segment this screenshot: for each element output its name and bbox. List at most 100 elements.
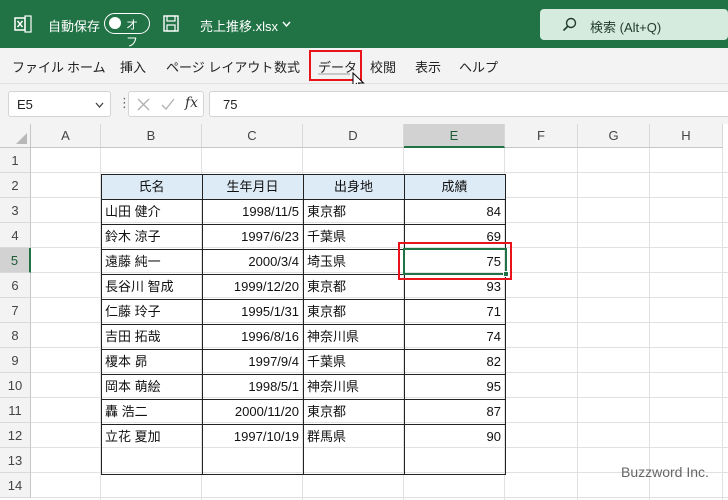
- tab-review[interactable]: 校閲: [370, 57, 396, 76]
- watermark: Buzzword Inc.: [621, 464, 709, 480]
- row-header-14[interactable]: 14: [0, 473, 31, 498]
- table-cell-birthdate[interactable]: 1996/8/16: [202, 324, 303, 349]
- search-box[interactable]: 検索 (Alt+Q): [540, 9, 728, 40]
- row-header-10[interactable]: 10: [0, 373, 31, 398]
- column-header-e[interactable]: E: [404, 124, 505, 148]
- table-cell-name[interactable]: 鈴木 涼子: [101, 224, 202, 249]
- column-header-b[interactable]: B: [101, 124, 202, 148]
- table-cell-name[interactable]: 榎本 昴: [101, 349, 202, 374]
- table-cell-name[interactable]: 立花 夏加: [101, 424, 202, 449]
- tab-home[interactable]: ホーム: [67, 57, 106, 76]
- table-cell-name[interactable]: 長谷川 智成: [101, 274, 202, 299]
- table-cell-hometown[interactable]: 群馬県: [303, 424, 404, 449]
- tab-help[interactable]: ヘルプ: [459, 57, 498, 76]
- row-header-4[interactable]: 4: [0, 223, 31, 248]
- table-cell-score[interactable]: 87: [404, 399, 505, 424]
- table-cell-birthdate[interactable]: 2000/11/20: [202, 399, 303, 424]
- table-cell-score[interactable]: 71: [404, 299, 505, 324]
- formula-bar-buttons: fx: [128, 91, 204, 117]
- check-icon[interactable]: [161, 98, 175, 111]
- table-border: [101, 299, 506, 300]
- formula-bar: E5 ⋮ fx 75: [0, 84, 728, 124]
- table-cell-birthdate[interactable]: 1997/6/23: [202, 224, 303, 249]
- column-header-h[interactable]: H: [650, 124, 723, 148]
- table-cell-name[interactable]: 岡本 萌絵: [101, 374, 202, 399]
- insert-function-icon[interactable]: fx: [185, 95, 198, 111]
- tab-view[interactable]: 表示: [415, 57, 441, 76]
- tab-insert[interactable]: 挿入: [120, 57, 146, 76]
- table-cell-birthdate[interactable]: 1995/1/31: [202, 299, 303, 324]
- row-header-3[interactable]: 3: [0, 198, 31, 223]
- table-header-name[interactable]: 氏名: [101, 174, 202, 199]
- tab-page-layout[interactable]: ページ レイアウト: [166, 57, 273, 76]
- column-header-d[interactable]: D: [303, 124, 404, 148]
- table-cell-hometown[interactable]: 神奈川県: [303, 324, 404, 349]
- save-icon[interactable]: [163, 15, 179, 32]
- table-cell-score[interactable]: 82: [404, 349, 505, 374]
- table-cell-hometown[interactable]: 千葉県: [303, 349, 404, 374]
- chevron-down-icon[interactable]: [95, 102, 104, 108]
- table-cell-hometown[interactable]: 千葉県: [303, 224, 404, 249]
- table-border: [101, 399, 506, 400]
- row-header-11[interactable]: 11: [0, 398, 31, 423]
- table-cell-hometown[interactable]: 東京都: [303, 199, 404, 224]
- row-header-8[interactable]: 8: [0, 323, 31, 348]
- row-header-13[interactable]: 13: [0, 448, 31, 473]
- chevron-down-icon[interactable]: [282, 21, 291, 27]
- table-cell-birthdate[interactable]: 1998/5/1: [202, 374, 303, 399]
- search-placeholder: 検索 (Alt+Q): [590, 20, 662, 35]
- table-cell-name[interactable]: 遠藤 純一: [101, 249, 202, 274]
- row-header-6[interactable]: 6: [0, 273, 31, 298]
- column-header-a[interactable]: A: [31, 124, 101, 148]
- search-icon: [562, 17, 577, 32]
- formula-input[interactable]: 75: [209, 91, 728, 117]
- table-cell-hometown[interactable]: 東京都: [303, 399, 404, 424]
- column-header-f[interactable]: F: [505, 124, 578, 148]
- table-cell-birthdate[interactable]: 2000/3/4: [202, 249, 303, 274]
- row-header-5[interactable]: 5: [0, 248, 31, 273]
- file-name[interactable]: 売上推移.xlsx: [200, 16, 278, 35]
- cancel-icon[interactable]: [137, 98, 150, 111]
- table-cell-birthdate[interactable]: 1999/12/20: [202, 274, 303, 299]
- table-cell-birthdate[interactable]: 1997/9/4: [202, 349, 303, 374]
- tab-formulas[interactable]: 数式: [274, 57, 300, 76]
- excel-logo-icon: [14, 15, 32, 33]
- table-cell-score[interactable]: 90: [404, 424, 505, 449]
- worksheet-grid[interactable]: A B C D E F G H 1 2 3 4 5 6 7 8 9 10 11 …: [0, 124, 728, 500]
- tab-file[interactable]: ファイル: [12, 57, 64, 76]
- toggle-knob: [109, 17, 121, 29]
- row-header-12[interactable]: 12: [0, 423, 31, 448]
- table-cell-birthdate[interactable]: 1998/11/5: [202, 199, 303, 224]
- autosave-toggle[interactable]: オフ: [104, 13, 150, 49]
- table-border: [101, 349, 506, 350]
- table-cell-score[interactable]: 95: [404, 374, 505, 399]
- table-header-score[interactable]: 成績: [404, 174, 505, 199]
- name-box[interactable]: E5: [8, 91, 111, 117]
- column-header-c[interactable]: C: [202, 124, 303, 148]
- select-all-button[interactable]: [0, 124, 31, 148]
- table-cell-score[interactable]: 74: [404, 324, 505, 349]
- table-cell-name[interactable]: 山田 健介: [101, 199, 202, 224]
- table-cell-name[interactable]: 吉田 拓哉: [101, 324, 202, 349]
- row-header-2[interactable]: 2: [0, 173, 31, 198]
- table-cell-score[interactable]: 84: [404, 199, 505, 224]
- table-cell-name[interactable]: 轟 浩二: [101, 399, 202, 424]
- row-header-1[interactable]: 1: [0, 148, 31, 173]
- table-border: [101, 324, 506, 325]
- table-cell-hometown[interactable]: 埼玉県: [303, 249, 404, 274]
- table-header-hometown[interactable]: 出身地: [303, 174, 404, 199]
- table-cell-hometown[interactable]: 東京都: [303, 274, 404, 299]
- table-cell-hometown[interactable]: 神奈川県: [303, 374, 404, 399]
- gridline: [31, 497, 728, 498]
- table-cell-birthdate[interactable]: 1997/10/19: [202, 424, 303, 449]
- row-header-9[interactable]: 9: [0, 348, 31, 373]
- gridline: [31, 172, 728, 173]
- row-header-7[interactable]: 7: [0, 298, 31, 323]
- name-box-value: E5: [17, 97, 33, 112]
- table-cell-name[interactable]: 仁藤 玲子: [101, 299, 202, 324]
- table-header-birthdate[interactable]: 生年月日: [202, 174, 303, 199]
- select-all-triangle-icon: [16, 133, 27, 144]
- table-cell-hometown[interactable]: 東京都: [303, 299, 404, 324]
- autosave-label: 自動保存: [48, 19, 101, 34]
- column-header-g[interactable]: G: [578, 124, 650, 148]
